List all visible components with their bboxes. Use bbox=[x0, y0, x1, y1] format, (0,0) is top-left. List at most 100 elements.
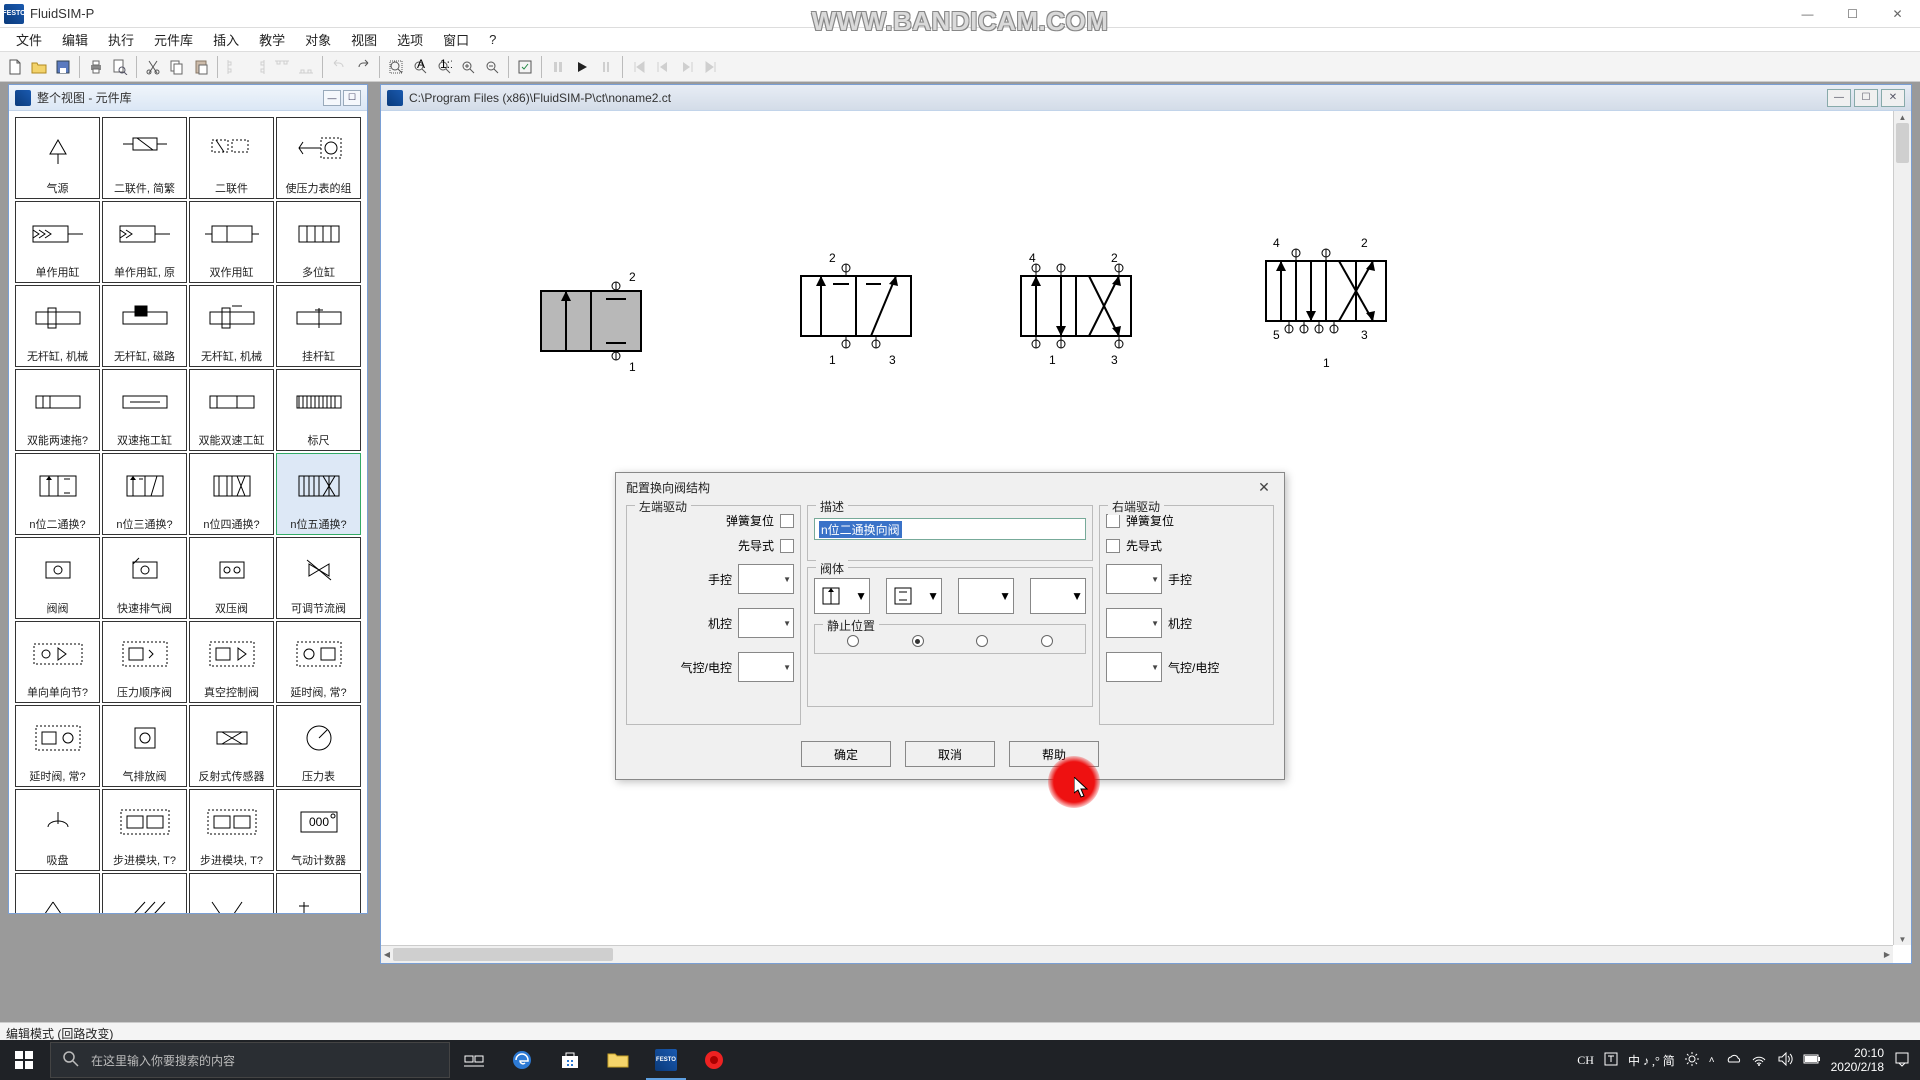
right-spring-checkbox[interactable] bbox=[1106, 514, 1120, 528]
bandicam-taskbar-icon[interactable] bbox=[690, 1040, 738, 1080]
comp-item[interactable]: 吸盘 bbox=[15, 789, 100, 871]
menu-library[interactable]: 元件库 bbox=[144, 27, 203, 52]
align-bottom-icon[interactable] bbox=[295, 56, 317, 78]
comp-item[interactable]: 双压阀 bbox=[189, 537, 274, 619]
store-icon[interactable] bbox=[546, 1040, 594, 1080]
window-maximize-button[interactable]: ☐ bbox=[1830, 0, 1875, 28]
explorer-icon[interactable] bbox=[594, 1040, 642, 1080]
menu-file[interactable]: 文件 bbox=[6, 27, 52, 52]
scroll-down-arrow-icon[interactable]: ▼ bbox=[1896, 933, 1909, 945]
rest-pos-radio-4[interactable] bbox=[1041, 635, 1053, 647]
preview-icon[interactable] bbox=[109, 56, 131, 78]
comp-item[interactable]: 000气动计数器 bbox=[276, 789, 361, 871]
canvas-minimize-button[interactable]: — bbox=[1827, 89, 1851, 107]
comp-item[interactable]: 单向单向节? bbox=[15, 621, 100, 703]
comp-item[interactable]: n位二通换? bbox=[15, 453, 100, 535]
comp-item[interactable] bbox=[276, 873, 361, 913]
battery-tray-icon[interactable] bbox=[1803, 1053, 1821, 1068]
clock[interactable]: 20:10 2020/2/18 bbox=[1831, 1046, 1884, 1074]
align-left-icon[interactable] bbox=[223, 56, 245, 78]
comp-item[interactable]: 快速排气阀 bbox=[102, 537, 187, 619]
vertical-scrollbar[interactable]: ▲ ▼ bbox=[1893, 111, 1911, 945]
save-file-icon[interactable] bbox=[52, 56, 74, 78]
comp-item[interactable]: 双能双速工缸 bbox=[189, 369, 274, 451]
play-icon[interactable] bbox=[571, 56, 593, 78]
menu-view[interactable]: 视图 bbox=[341, 27, 387, 52]
menu-options[interactable]: 选项 bbox=[387, 27, 433, 52]
notifications-tray-icon[interactable] bbox=[1894, 1051, 1910, 1070]
menu-teach[interactable]: 教学 bbox=[249, 27, 295, 52]
skip-forward-icon[interactable] bbox=[700, 56, 722, 78]
left-pilot-checkbox[interactable] bbox=[780, 539, 794, 553]
horizontal-scrollbar[interactable]: ◀ ▶ bbox=[381, 945, 1893, 963]
ok-button[interactable]: 确定 bbox=[801, 741, 891, 767]
rest-pos-radio-3[interactable] bbox=[976, 635, 988, 647]
window-minimize-button[interactable]: — bbox=[1785, 0, 1830, 28]
network-tray-icon[interactable] bbox=[1751, 1052, 1767, 1069]
component-grid[interactable]: 气源 二联件, 简繁 二联件 使压力表的组 单作用缸 单作用缸, 原 双作用缸 … bbox=[9, 111, 367, 913]
comp-item-selected[interactable]: n位五通换? bbox=[276, 453, 361, 535]
new-file-icon[interactable] bbox=[4, 56, 26, 78]
left-pneuelec-dropdown[interactable]: ▼ bbox=[738, 652, 794, 682]
scroll-up-arrow-icon[interactable]: ▲ bbox=[1896, 111, 1909, 123]
canvas-close-button[interactable]: ✕ bbox=[1881, 89, 1905, 107]
zoom-100-icon[interactable]: 1:1 bbox=[433, 56, 455, 78]
right-pneuelec-dropdown[interactable]: ▼ bbox=[1106, 652, 1162, 682]
skip-back-icon[interactable] bbox=[628, 56, 650, 78]
valve-symbol-42[interactable]: 4 2 1 3 bbox=[1001, 246, 1161, 379]
comp-item[interactable]: 使压力表的组 bbox=[276, 117, 361, 199]
comp-item[interactable]: 压力顺序阀 bbox=[102, 621, 187, 703]
window-close-button[interactable]: ✕ bbox=[1875, 0, 1920, 28]
menu-edit[interactable]: 编辑 bbox=[52, 27, 98, 52]
scroll-left-arrow-icon[interactable]: ◀ bbox=[381, 948, 393, 961]
comp-item[interactable]: 反射式传感器 bbox=[189, 705, 274, 787]
align-top-icon[interactable] bbox=[271, 56, 293, 78]
ime-indicator[interactable]: CH bbox=[1577, 1053, 1594, 1068]
fluidsim-taskbar-icon[interactable]: FESTO bbox=[642, 1040, 690, 1080]
comp-item[interactable]: 步进模块, T? bbox=[102, 789, 187, 871]
rest-pos-radio-2[interactable] bbox=[912, 635, 924, 647]
comp-item[interactable]: 双能两速拖? bbox=[15, 369, 100, 451]
zoom-extents-icon[interactable] bbox=[385, 56, 407, 78]
menu-window[interactable]: 窗口 bbox=[433, 27, 479, 52]
panel-maximize-button[interactable]: ☐ bbox=[343, 90, 361, 106]
comp-item[interactable] bbox=[189, 873, 274, 913]
comp-item[interactable]: 压力表 bbox=[276, 705, 361, 787]
comp-item[interactable]: 无杆缸, 机械 bbox=[15, 285, 100, 367]
search-input[interactable]: 在这里输入你要搜索的内容 bbox=[50, 1042, 450, 1078]
comp-item[interactable]: 挂杆缸 bbox=[276, 285, 361, 367]
copy-icon[interactable] bbox=[166, 56, 188, 78]
left-spring-checkbox[interactable] bbox=[780, 514, 794, 528]
comp-item[interactable]: 气源 bbox=[15, 117, 100, 199]
scroll-thumb-horizontal[interactable] bbox=[393, 948, 613, 961]
menu-run[interactable]: 执行 bbox=[98, 27, 144, 52]
comp-item[interactable]: 延时阀, 常? bbox=[276, 621, 361, 703]
comp-item[interactable]: 单作用缸 bbox=[15, 201, 100, 283]
open-file-icon[interactable] bbox=[28, 56, 50, 78]
body-pos4-dropdown[interactable]: ▼ bbox=[1030, 578, 1086, 614]
comp-item[interactable]: 双速拖工缸 bbox=[102, 369, 187, 451]
menu-insert[interactable]: 插入 bbox=[203, 27, 249, 52]
align-right-icon[interactable] bbox=[247, 56, 269, 78]
paste-icon[interactable] bbox=[190, 56, 212, 78]
comp-item[interactable]: 无杆缸, 机械 bbox=[189, 285, 274, 367]
valve-symbol-22[interactable]: 2 1 bbox=[521, 261, 661, 384]
ime-mode-icon[interactable] bbox=[1604, 1052, 1618, 1069]
undo-icon[interactable] bbox=[328, 56, 350, 78]
pause-icon[interactable] bbox=[547, 56, 569, 78]
comp-item[interactable]: n位四通换? bbox=[189, 453, 274, 535]
comp-item[interactable]: 可调节流阀 bbox=[276, 537, 361, 619]
comp-item[interactable]: n位三通换? bbox=[102, 453, 187, 535]
body-pos1-dropdown[interactable]: ▼ bbox=[814, 578, 870, 614]
zoom-out-icon[interactable] bbox=[481, 56, 503, 78]
left-mech-dropdown[interactable]: ▼ bbox=[738, 608, 794, 638]
cut-icon[interactable] bbox=[142, 56, 164, 78]
cancel-button[interactable]: 取消 bbox=[905, 741, 995, 767]
description-input[interactable]: n位二通换向阀 bbox=[814, 518, 1086, 540]
onedrive-tray-icon[interactable] bbox=[1725, 1053, 1741, 1068]
comp-item[interactable] bbox=[102, 873, 187, 913]
comp-item[interactable]: 延时阀, 常? bbox=[15, 705, 100, 787]
left-manual-dropdown[interactable]: ▼ bbox=[738, 564, 794, 594]
panel-minimize-button[interactable]: — bbox=[323, 90, 341, 106]
canvas-maximize-button[interactable]: ☐ bbox=[1854, 89, 1878, 107]
